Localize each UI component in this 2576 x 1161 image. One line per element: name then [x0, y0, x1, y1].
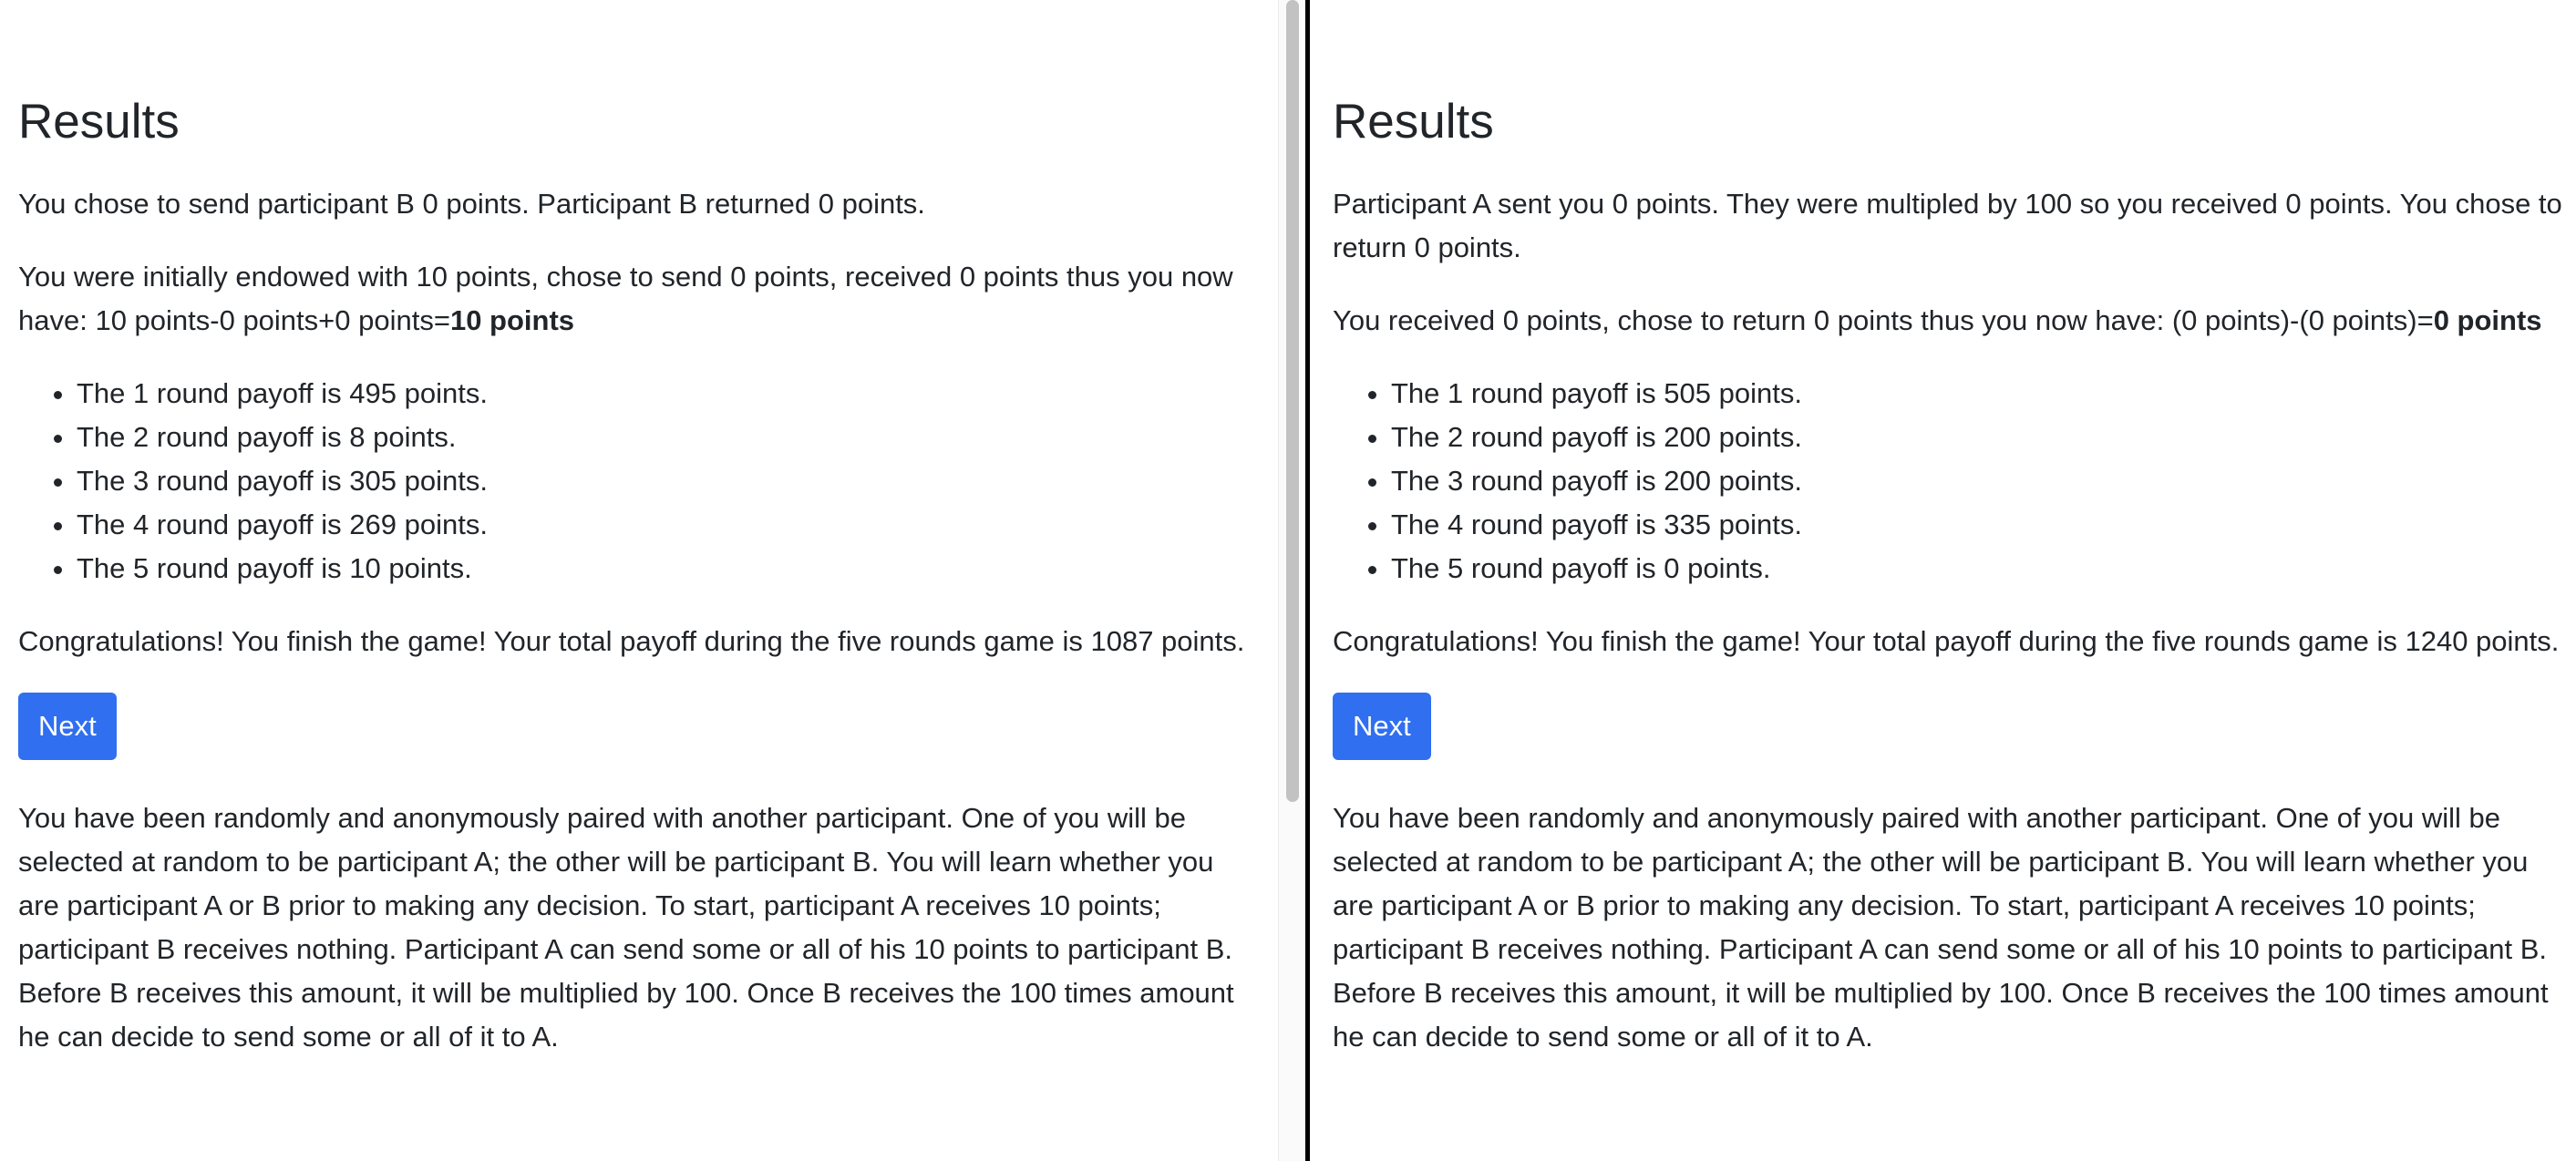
scrollbar-thumb[interactable] — [1286, 0, 1299, 802]
game-instructions: You have been randomly and anonymously p… — [18, 802, 1234, 1053]
received-summary: Participant A sent you 0 points. They we… — [1333, 188, 2562, 263]
round-payoff-item: The 5 round payoff is 0 points. — [1391, 547, 2576, 591]
left-pane-scrollbar[interactable] — [1278, 0, 1305, 1161]
round-payoff-list: The 1 round payoff is 495 points. The 2 … — [18, 372, 1260, 591]
send-summary: You chose to send participant B 0 points… — [18, 188, 925, 220]
next-button[interactable]: Next — [1333, 693, 1431, 760]
endowment-summary: You were initially endowed with 10 point… — [18, 255, 1260, 343]
pane-divider — [1305, 0, 1310, 1161]
endowment-text: You were initially endowed with 10 point… — [18, 261, 1233, 336]
round-payoff-item: The 5 round payoff is 10 points. — [77, 547, 1260, 591]
endowment-total: 10 points — [449, 304, 575, 336]
balance-text: You received 0 points, chose to return 0… — [1333, 304, 2434, 336]
total-payoff-message: Congratulations! You finish the game! Yo… — [18, 625, 1245, 657]
balance-total: 0 points — [2433, 304, 2542, 336]
total-payoff-message: Congratulations! You finish the game! Yo… — [1333, 625, 2560, 657]
round-payoff-item: The 4 round payoff is 269 points. — [77, 503, 1260, 547]
round-payoff-item: The 2 round payoff is 8 points. — [77, 416, 1260, 459]
left-pane-participant-a: Results You chose to send participant B … — [0, 0, 1278, 1161]
balance-summary: You received 0 points, chose to return 0… — [1333, 299, 2576, 343]
round-payoff-list: The 1 round payoff is 505 points. The 2 … — [1333, 372, 2576, 591]
round-payoff-item: The 4 round payoff is 335 points. — [1391, 503, 2576, 547]
round-payoff-item: The 2 round payoff is 200 points. — [1391, 416, 2576, 459]
results-title: Results — [18, 95, 180, 149]
round-payoff-item: The 1 round payoff is 505 points. — [1391, 372, 2576, 416]
split-screen: Results You chose to send participant B … — [0, 0, 2576, 1161]
right-pane-participant-b: Results Participant A sent you 0 points.… — [1311, 0, 2576, 1161]
round-payoff-item: The 3 round payoff is 200 points. — [1391, 459, 2576, 503]
round-payoff-item: The 1 round payoff is 495 points. — [77, 372, 1260, 416]
game-instructions: You have been randomly and anonymously p… — [1333, 802, 2549, 1053]
next-button[interactable]: Next — [18, 693, 117, 760]
results-title: Results — [1333, 95, 1494, 149]
round-payoff-item: The 3 round payoff is 305 points. — [77, 459, 1260, 503]
